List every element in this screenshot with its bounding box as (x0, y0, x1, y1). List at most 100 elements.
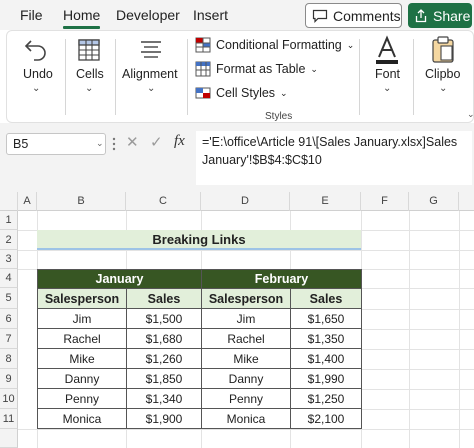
table-cell[interactable]: $1,340 (126, 388, 202, 409)
salesperson-header-cell[interactable]: Salesperson (201, 288, 291, 309)
table-cell[interactable]: $1,400 (290, 348, 362, 369)
ribbon-separator (187, 39, 188, 115)
gridline (361, 369, 474, 370)
column-header-b[interactable]: B (37, 192, 126, 211)
table-cell[interactable]: $1,650 (290, 308, 362, 329)
row-header-4[interactable]: 4 (0, 269, 18, 288)
table-cell[interactable]: Danny (37, 368, 127, 389)
cells-label: Cells (76, 67, 104, 81)
table-cell[interactable]: Danny (201, 368, 291, 389)
alignment-group[interactable]: Alignment ⌄ (117, 31, 185, 123)
gridline (361, 409, 474, 410)
column-header-row: A B C D E F G (0, 192, 474, 211)
table-cell[interactable]: Monica (201, 408, 291, 429)
cell-styles-button[interactable]: Cell Styles ⌄ (195, 83, 288, 103)
table-cell[interactable]: $1,350 (290, 328, 362, 349)
confirm-entry-icon[interactable]: ✓ (150, 133, 163, 151)
column-header-a[interactable]: A (18, 192, 37, 211)
insert-function-icon[interactable]: fx (174, 133, 185, 150)
table-cell[interactable]: $1,900 (126, 408, 202, 429)
alignment-icon (141, 41, 161, 58)
active-tab-indicator (63, 26, 100, 29)
cells-chevron-down-icon[interactable]: ⌄ (85, 83, 93, 94)
cells-group[interactable]: Cells ⌄ (67, 31, 113, 123)
cells-icon (78, 39, 100, 61)
gridline (361, 349, 474, 350)
tab-developer[interactable]: Developer (116, 7, 180, 23)
undo-chevron-down-icon[interactable]: ⌄ (32, 83, 40, 94)
table-cell[interactable]: Rachel (37, 328, 127, 349)
column-header-e[interactable]: E (290, 192, 361, 211)
row-header-7[interactable]: 7 (0, 329, 18, 349)
row-header-5[interactable]: 5 (0, 288, 18, 309)
row-header-9[interactable]: 9 (0, 369, 18, 389)
comments-label: Comments (333, 7, 401, 24)
row-header-8[interactable]: 8 (0, 349, 18, 369)
table-cell[interactable]: $1,500 (126, 308, 202, 329)
name-box[interactable]: B5 (6, 133, 106, 155)
font-icon (376, 35, 398, 64)
salesperson-header-cell[interactable]: Salesperson (37, 288, 127, 309)
table-row: Mike $1,260 Mike $1,400 (37, 348, 362, 369)
font-group[interactable]: Font ⌄ (363, 31, 411, 123)
sheet-title-cell[interactable]: Breaking Links (37, 230, 361, 250)
sales-header-cell[interactable]: Sales (126, 288, 202, 309)
table-cell[interactable]: Mike (201, 348, 291, 369)
select-all-corner[interactable] (0, 192, 18, 211)
january-header-cell[interactable]: January (37, 269, 202, 289)
table-cell[interactable]: Rachel (201, 328, 291, 349)
table-cell[interactable]: $1,680 (126, 328, 202, 349)
gridline (18, 429, 474, 430)
table-cell[interactable]: Penny (37, 388, 127, 409)
row-header-10[interactable]: 10 (0, 389, 18, 409)
collapse-ribbon-icon[interactable]: ⌄ (467, 109, 474, 120)
tab-insert[interactable]: Insert (193, 7, 228, 23)
column-header-d[interactable]: D (201, 192, 290, 211)
row-header-2[interactable]: 2 (0, 230, 18, 250)
cancel-entry-icon[interactable]: ✕ (126, 133, 139, 151)
february-header-cell[interactable]: February (201, 269, 362, 289)
undo-label: Undo (23, 67, 53, 81)
name-box-chevron-down-icon[interactable]: ⌄ (96, 138, 104, 149)
comments-button[interactable]: Comments (305, 3, 402, 28)
row-header-6[interactable]: 6 (0, 309, 18, 329)
sales-header-cell[interactable]: Sales (290, 288, 362, 309)
table-cell[interactable]: $1,990 (290, 368, 362, 389)
table-cell[interactable]: $1,260 (126, 348, 202, 369)
table-cell[interactable]: Jim (37, 308, 127, 329)
clipboard-chevron-down-icon[interactable]: ⌄ (439, 83, 447, 94)
clipboard-group[interactable]: Clipbo ⌄ (417, 31, 473, 123)
alignment-chevron-down-icon[interactable]: ⌄ (147, 83, 155, 94)
conditional-formatting-button[interactable]: Conditional Formatting ⌄ (195, 35, 354, 55)
gridline (361, 288, 474, 289)
table-cell[interactable]: Penny (201, 388, 291, 409)
undo-group[interactable]: Undo ⌄ (7, 31, 65, 123)
column-header-c[interactable]: C (126, 192, 201, 211)
row-header-11[interactable]: 11 (0, 409, 18, 429)
tab-file[interactable]: File (20, 7, 43, 23)
table-row: Jim $1,500 Jim $1,650 (37, 308, 362, 329)
table-cell[interactable]: $1,250 (290, 388, 362, 409)
menu-tab-bar: File Home Developer Insert Comments Shar… (0, 0, 474, 30)
formula-input[interactable]: ='E:\office\Article 91\[Sales January.xl… (196, 131, 472, 185)
gridline (361, 389, 474, 390)
tab-home[interactable]: Home (63, 7, 100, 23)
row-header-1[interactable]: 1 (0, 211, 18, 230)
table-cell[interactable]: $1,850 (126, 368, 202, 389)
ribbon-separator (65, 39, 66, 115)
share-icon (415, 8, 427, 22)
column-header-f[interactable]: F (361, 192, 409, 211)
row-header-12[interactable] (0, 429, 18, 448)
column-header-g[interactable]: G (409, 192, 459, 211)
table-cell[interactable]: Mike (37, 348, 127, 369)
format-as-table-icon (195, 61, 211, 77)
table-cell[interactable]: $2,100 (290, 408, 362, 429)
format-as-table-button[interactable]: Format as Table ⌄ (195, 59, 318, 79)
sales-table: January February Salesperson Sales Sales… (37, 269, 362, 429)
table-cell[interactable]: Monica (37, 408, 127, 429)
row-header-3[interactable]: 3 (0, 250, 18, 269)
more-options-icon[interactable] (112, 137, 116, 151)
share-button[interactable]: Share (408, 3, 472, 28)
table-cell[interactable]: Jim (201, 308, 291, 329)
font-chevron-down-icon[interactable]: ⌄ (383, 83, 391, 94)
